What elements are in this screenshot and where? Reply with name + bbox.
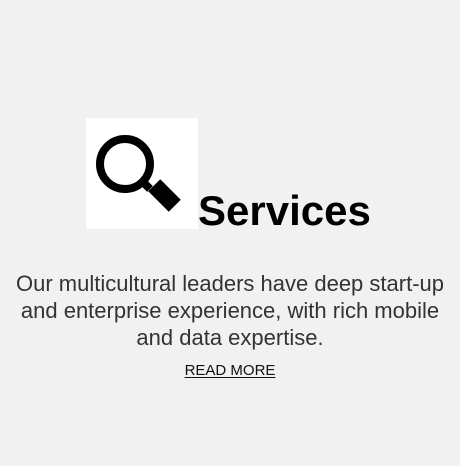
read-more-link[interactable]: READ MORE [185,362,276,379]
services-card: Services Our multicultural leaders have … [0,0,460,466]
magnifying-glass-icon [96,135,181,212]
services-icon-box [86,118,198,229]
services-description: Our multicultural leaders have deep star… [16,271,444,350]
read-more-container: READ MORE [0,362,460,380]
services-title: Services [198,187,371,234]
services-heading-row: Services [86,109,371,234]
